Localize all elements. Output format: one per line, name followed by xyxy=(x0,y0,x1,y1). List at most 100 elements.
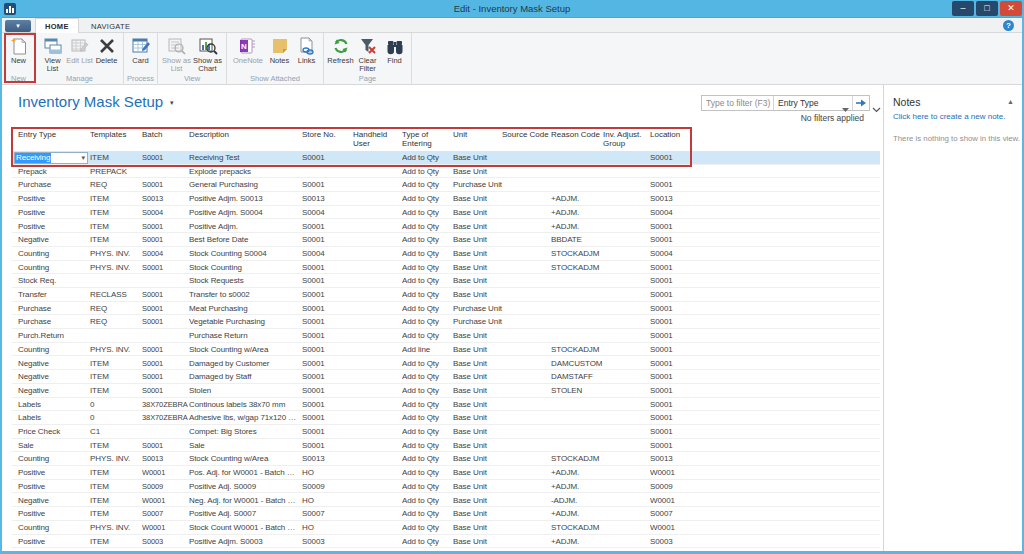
table-row[interactable]: CountingPHYS. INV.W0001Stock Count W0001… xyxy=(12,521,880,535)
cell-unit[interactable]: Base Unit xyxy=(453,507,505,521)
cell-invadj[interactable] xyxy=(603,288,649,302)
cell-unit[interactable]: Purchase Unit xyxy=(453,178,505,192)
cell-handheld[interactable] xyxy=(353,178,395,192)
cell-unit[interactable]: Base Unit xyxy=(453,329,505,343)
cell-description[interactable]: Stolen xyxy=(189,384,298,398)
cell-invadj[interactable] xyxy=(603,370,649,384)
notes-button[interactable]: Notes xyxy=(266,35,293,75)
cell-store[interactable]: S0009 xyxy=(302,480,350,494)
cell-entry[interactable]: Positive xyxy=(18,192,88,206)
cell-store[interactable]: S0004 xyxy=(302,247,350,261)
close-button[interactable]: ✕ xyxy=(1000,1,1022,16)
cell-store[interactable]: S0001 xyxy=(302,329,350,343)
cell-location[interactable]: S0001 xyxy=(650,288,710,302)
cell-location[interactable]: S0013 xyxy=(650,452,710,466)
table-row[interactable]: Purch.ReturnPurchase ReturnS0001Add to Q… xyxy=(12,329,880,343)
delete-button[interactable]: Delete xyxy=(93,35,120,75)
cell-batch[interactable]: 38X70ZEBRA xyxy=(142,411,188,425)
cell-source[interactable] xyxy=(502,521,554,535)
cell-invadj[interactable] xyxy=(603,343,649,357)
cell-store[interactable]: S0001 xyxy=(302,343,350,357)
cell-store[interactable]: S0001 xyxy=(302,425,350,439)
cell-entry[interactable]: Negative xyxy=(18,233,88,247)
cell-reason[interactable] xyxy=(551,151,603,165)
onenote-button[interactable]: N OneNote xyxy=(230,35,266,75)
cell-templates[interactable]: ITEM xyxy=(90,151,140,165)
cell-batch[interactable] xyxy=(142,165,188,179)
cell-batch[interactable]: S0001 xyxy=(142,302,188,316)
cell-handheld[interactable] xyxy=(353,439,395,453)
cell-handheld[interactable] xyxy=(353,398,395,412)
cell-invadj[interactable] xyxy=(603,507,649,521)
cell-invadj[interactable] xyxy=(603,165,649,179)
cell-store[interactable]: S0001 xyxy=(302,288,350,302)
cell-batch[interactable]: S0001 xyxy=(142,178,188,192)
cell-handheld[interactable] xyxy=(353,247,395,261)
cell-templates[interactable] xyxy=(90,329,140,343)
cell-source[interactable] xyxy=(502,233,554,247)
cell-handheld[interactable] xyxy=(353,220,395,234)
cell-reason[interactable]: STOCKADJM xyxy=(551,247,603,261)
cell-reason[interactable] xyxy=(551,288,603,302)
cell-templates[interactable]: ITEM xyxy=(90,466,140,480)
filter-go-button[interactable] xyxy=(852,96,868,110)
cell-store[interactable]: S0001 xyxy=(302,302,350,316)
cell-invadj[interactable] xyxy=(603,439,649,453)
cell-description[interactable]: Sale xyxy=(189,439,298,453)
cell-batch[interactable] xyxy=(142,329,188,343)
cell-unit[interactable]: Base Unit xyxy=(453,288,505,302)
cell-handheld[interactable] xyxy=(353,192,395,206)
cell-handheld[interactable] xyxy=(353,288,395,302)
table-row[interactable]: PrepackPREPACKExplode prepacksAdd to Qty… xyxy=(12,165,880,179)
cell-type[interactable]: Add to Qty xyxy=(402,151,446,165)
cell-invadj[interactable] xyxy=(603,178,649,192)
cell-type[interactable]: Add line xyxy=(402,343,446,357)
cell-invadj[interactable] xyxy=(603,452,649,466)
cell-handheld[interactable] xyxy=(353,233,395,247)
cell-invadj[interactable] xyxy=(603,398,649,412)
table-row[interactable]: PositiveITEMS0004Positive Adjm. S0004S00… xyxy=(12,206,880,220)
cell-invadj[interactable] xyxy=(603,261,649,275)
cell-description[interactable]: Stock Requests xyxy=(189,274,298,288)
cell-store[interactable]: HO xyxy=(302,521,350,535)
table-row[interactable]: PurchaseREQS0001General PurchasingS0001A… xyxy=(12,178,880,192)
entry-type-combobox[interactable]: Receiving▾ xyxy=(14,152,88,164)
cell-reason[interactable]: +ADJM. xyxy=(551,206,603,220)
cell-handheld[interactable] xyxy=(353,274,395,288)
cell-source[interactable] xyxy=(502,357,554,371)
filter-field-select[interactable]: Entry Type xyxy=(774,96,852,110)
cell-description[interactable]: Stock Counting w/Area xyxy=(189,452,298,466)
cell-reason[interactable]: +ADJM. xyxy=(551,507,603,521)
cell-location[interactable]: S0001 xyxy=(650,384,710,398)
cell-invadj[interactable] xyxy=(603,220,649,234)
cell-store[interactable]: S0003 xyxy=(302,535,350,549)
cell-reason[interactable]: -ADJM. xyxy=(551,494,603,508)
cell-type[interactable]: Add to Qty xyxy=(402,178,446,192)
cell-invadj[interactable] xyxy=(603,494,649,508)
cell-type[interactable]: Add to Qty xyxy=(402,233,446,247)
table-row[interactable]: PositiveITEMS0013Positive Adjm. S0013S00… xyxy=(12,192,880,206)
cell-location[interactable]: S0001 xyxy=(650,439,710,453)
table-row[interactable]: SaleITEMS0001SaleS0001Add to QtyBase Uni… xyxy=(12,439,880,453)
cell-handheld[interactable] xyxy=(353,261,395,275)
cell-source[interactable] xyxy=(502,288,554,302)
table-row[interactable]: Receiving▾ITEMS0001Receiving TestS0001Ad… xyxy=(12,151,880,165)
cell-location[interactable]: S0001 xyxy=(650,302,710,316)
cell-templates[interactable]: ITEM xyxy=(90,480,140,494)
cell-source[interactable] xyxy=(502,452,554,466)
cell-type[interactable]: Add to Qty xyxy=(402,329,446,343)
cell-invadj[interactable] xyxy=(603,411,649,425)
cell-location[interactable]: S0013 xyxy=(650,192,710,206)
cell-unit[interactable]: Base Unit xyxy=(453,480,505,494)
cell-templates[interactable]: ITEM xyxy=(90,494,140,508)
cell-handheld[interactable] xyxy=(353,535,395,549)
cell-type[interactable]: Add to Qty xyxy=(402,192,446,206)
cell-location[interactable]: S0001 xyxy=(650,343,710,357)
cell-store[interactable]: S0001 xyxy=(302,274,350,288)
cell-reason[interactable] xyxy=(551,329,603,343)
cell-location[interactable]: S0001 xyxy=(650,315,710,329)
cell-type[interactable]: Add to Qty xyxy=(402,357,446,371)
cell-entry[interactable]: Positive xyxy=(18,206,88,220)
app-menu-button[interactable]: ▾ xyxy=(5,20,31,32)
column-header-store[interactable]: Store No. xyxy=(302,130,350,139)
